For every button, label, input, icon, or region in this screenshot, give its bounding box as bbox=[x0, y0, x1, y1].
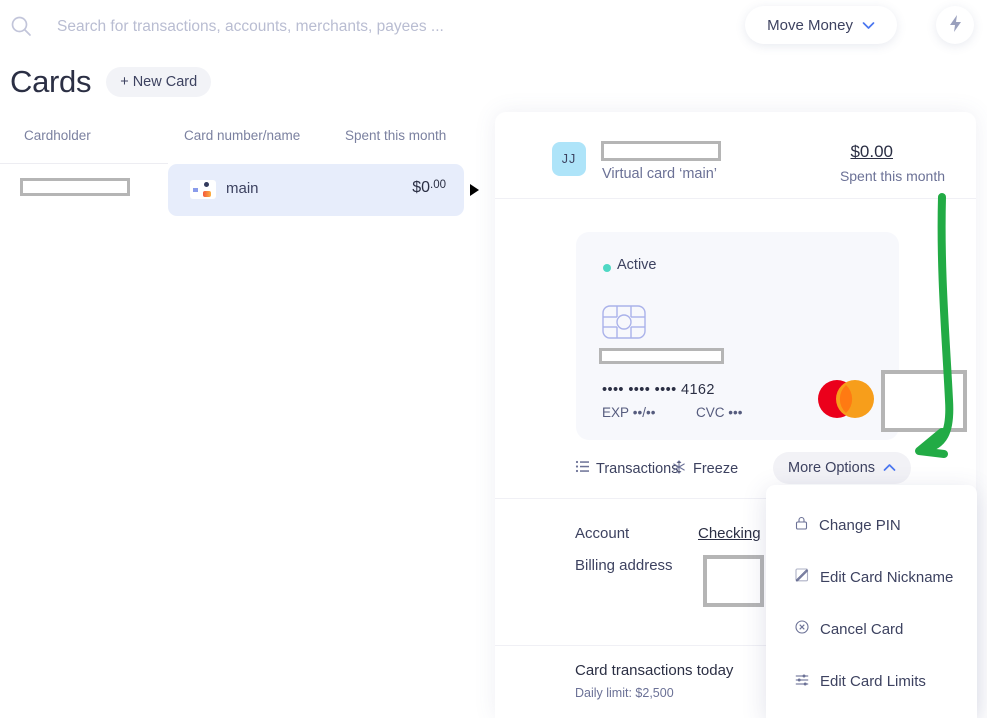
page-header: Cards + New Card bbox=[10, 64, 212, 100]
card-row-main[interactable]: main $0.00 bbox=[168, 164, 464, 216]
account-label: Account bbox=[575, 525, 630, 542]
daily-limit-label: Daily limit: $2,500 bbox=[575, 686, 674, 700]
column-header-spent: Spent this month bbox=[345, 128, 447, 143]
chevron-down-icon bbox=[862, 17, 875, 34]
table-row[interactable]: main $0.00 bbox=[0, 164, 487, 216]
card-row-name: main bbox=[226, 180, 259, 197]
card-number: •••• •••• •••• 4162 bbox=[602, 382, 715, 398]
avatar: JJ bbox=[552, 142, 586, 176]
list-icon bbox=[575, 460, 589, 477]
menu-item-edit-card-limits[interactable]: Edit Card Limits bbox=[766, 655, 977, 707]
card-expiry: EXP ••/•• bbox=[602, 405, 656, 420]
freeze-label: Freeze bbox=[693, 461, 739, 477]
card-nickname-redacted-box bbox=[599, 348, 724, 364]
menu-label-edit-limits: Edit Card Limits bbox=[820, 672, 926, 690]
lock-icon bbox=[795, 516, 808, 534]
circle-x-icon bbox=[795, 620, 809, 638]
cardholder-redacted-box bbox=[20, 178, 130, 196]
status-badge: Active bbox=[617, 257, 657, 273]
spent-amount-label: Spent this month bbox=[839, 168, 945, 184]
search-icon[interactable] bbox=[9, 14, 33, 38]
menu-label-change-pin: Change PIN bbox=[819, 516, 901, 534]
page-title: Cards bbox=[10, 64, 92, 99]
menu-item-change-pin[interactable]: Change PIN bbox=[766, 499, 977, 551]
mouse-pointer-caret bbox=[470, 184, 479, 196]
status-dot bbox=[603, 264, 611, 272]
cardholder-name-redacted-box bbox=[601, 141, 721, 161]
card-detail-header: JJ Virtual card ‘main’ $0.00 Spent this … bbox=[495, 112, 976, 199]
card-row-amount: $0.00 bbox=[412, 179, 446, 196]
card-thumbnail-icon bbox=[190, 180, 216, 199]
move-money-button[interactable]: Move Money bbox=[745, 6, 897, 44]
freeze-button[interactable]: Freeze bbox=[672, 460, 738, 478]
account-value-link[interactable]: Checking bbox=[698, 525, 761, 542]
billing-address-label: Billing address bbox=[575, 557, 673, 574]
search-input[interactable] bbox=[57, 11, 657, 43]
menu-item-cancel-card[interactable]: Cancel Card bbox=[766, 603, 977, 655]
virtual-card-visual[interactable]: Active •••• •••• •••• 4162 EXP ••/•• CVC… bbox=[576, 232, 967, 440]
card-transactions-title: Card transactions today bbox=[575, 662, 734, 679]
menu-label-cancel-card: Cancel Card bbox=[820, 620, 904, 638]
more-options-label: More Options bbox=[788, 460, 876, 476]
billing-address-redacted-box bbox=[703, 555, 764, 607]
more-options-button[interactable]: More Options bbox=[773, 452, 912, 484]
card-logo-redacted-box bbox=[881, 370, 967, 432]
sliders-icon bbox=[795, 673, 809, 690]
column-header-card-number: Card number/name bbox=[184, 128, 301, 143]
spent-amount[interactable]: $0.00 bbox=[850, 142, 893, 162]
menu-label-edit-nickname: Edit Card Nickname bbox=[820, 568, 954, 586]
card-cvc: CVC ••• bbox=[696, 405, 743, 420]
card-subtitle: Virtual card ‘main’ bbox=[602, 166, 717, 182]
transactions-label: Transactions bbox=[596, 460, 679, 477]
emv-chip-icon bbox=[602, 305, 646, 344]
column-header-cardholder: Cardholder bbox=[24, 128, 91, 143]
card-list-header: Cardholder Card number/name Spent this m… bbox=[0, 128, 487, 152]
lightning-bolt-icon bbox=[947, 14, 964, 36]
chevron-up-icon bbox=[883, 460, 896, 476]
menu-item-edit-card-nickname[interactable]: Edit Card Nickname bbox=[766, 551, 977, 603]
transactions-button[interactable]: Transactions bbox=[575, 460, 678, 477]
move-money-label: Move Money bbox=[767, 16, 853, 34]
more-options-dropdown: Change PIN Edit Card Nickname Cancel Car… bbox=[766, 485, 977, 718]
quick-action-button[interactable] bbox=[936, 6, 974, 44]
edit-pencil-icon bbox=[795, 568, 809, 586]
mastercard-logo-icon bbox=[815, 379, 877, 424]
snowflake-icon bbox=[672, 460, 686, 478]
new-card-button[interactable]: + New Card bbox=[106, 67, 212, 97]
